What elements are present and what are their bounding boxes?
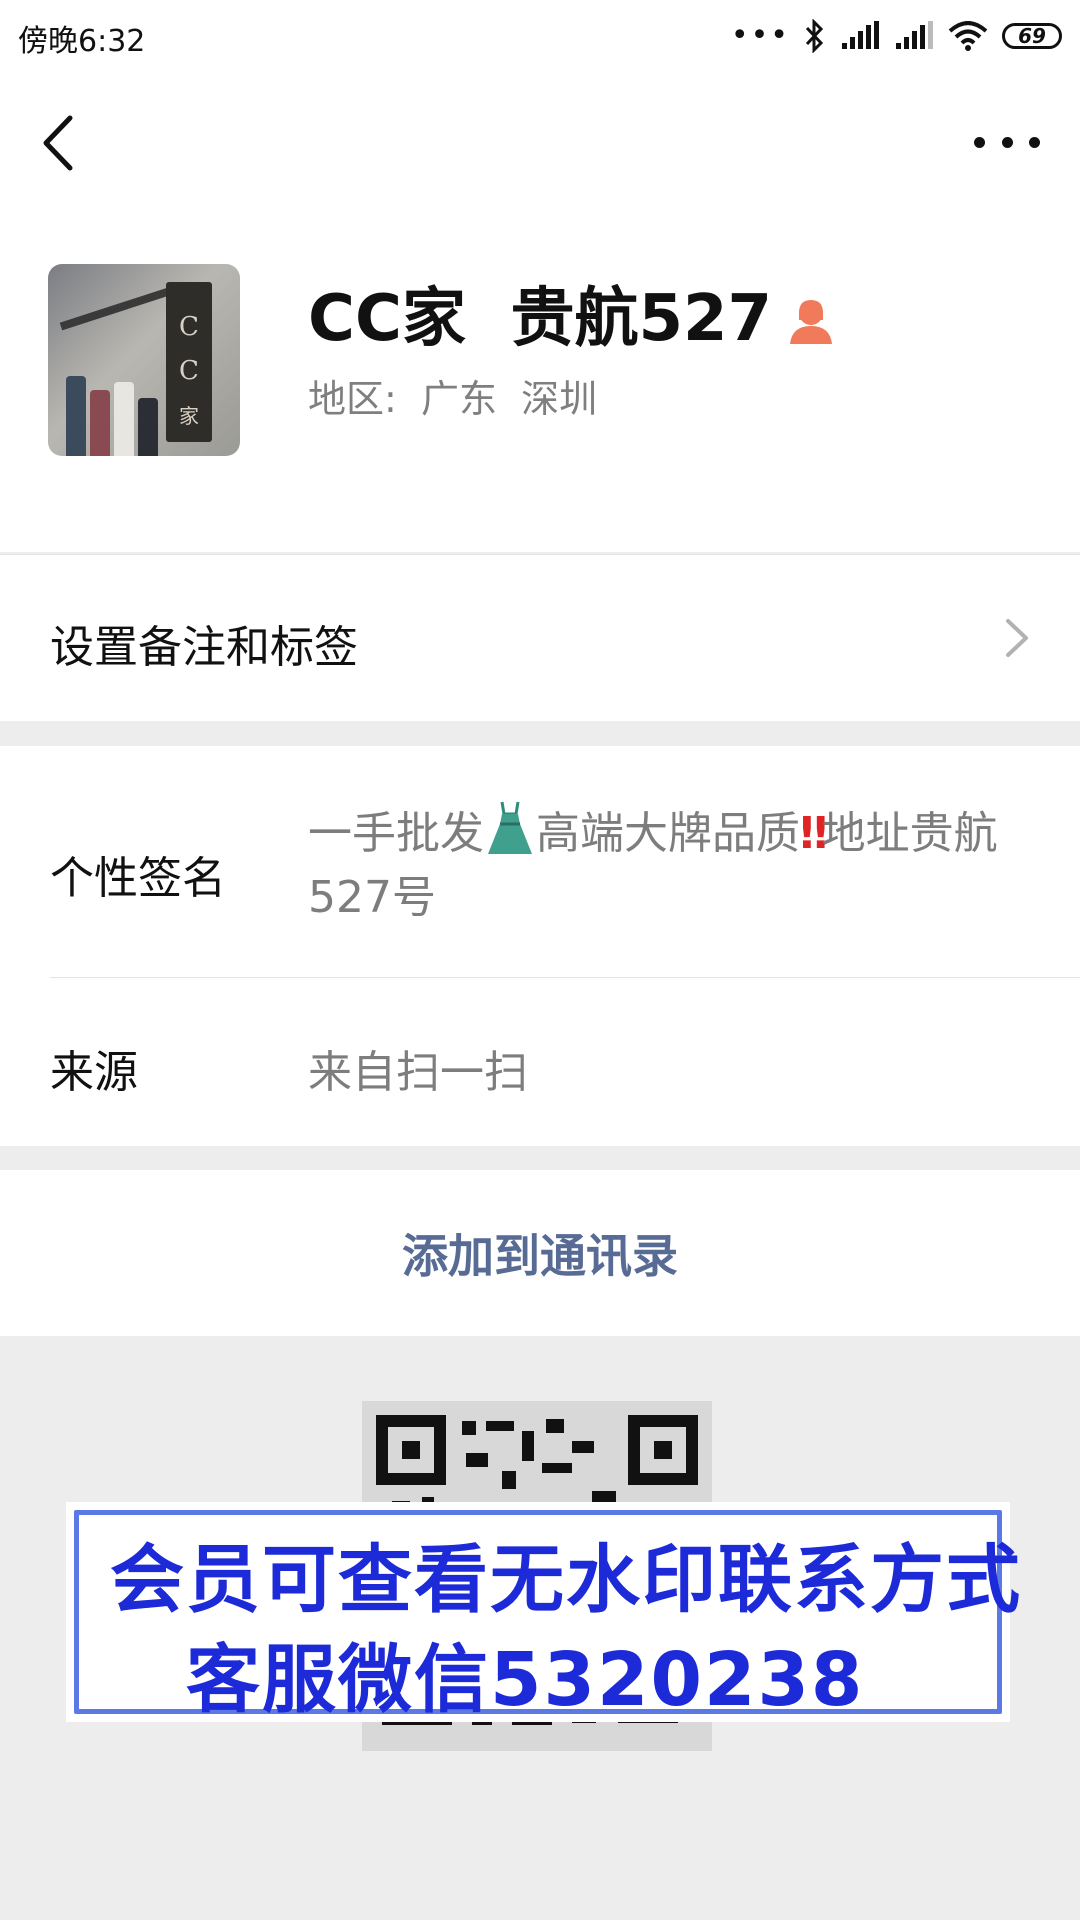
qr-module [522, 1431, 534, 1461]
avatar-rack [59, 285, 177, 331]
avatar-cloth [90, 390, 110, 456]
qr-module [546, 1419, 564, 1433]
signature-label: 个性签名 [50, 853, 226, 904]
add-to-contacts-button[interactable]: 添加到通讯录 [0, 1170, 1080, 1336]
watermark-banner: 会员可查看无水印联系方式 客服微信5320238 [66, 1502, 1020, 1723]
source-value: 来自扫一扫 [308, 1047, 528, 1098]
qr-module [486, 1421, 514, 1431]
profile-header: C C 家 CC家 贵航527 地区: 广东 深圳 [0, 72, 1080, 552]
signature-text-part: 高端大牌品质 [536, 808, 800, 859]
divider [50, 977, 1080, 978]
dress-icon [488, 801, 532, 854]
signal-icon [894, 21, 934, 51]
avatar[interactable]: C C 家 [48, 264, 240, 456]
qr-module [572, 1441, 594, 1453]
qr-finder [628, 1415, 698, 1485]
status-dots: ••• [730, 18, 790, 53]
signal-icon [840, 21, 880, 51]
avatar-cloth [114, 382, 134, 456]
watermark-line-2: 客服微信5320238 [186, 1637, 865, 1723]
qr-finder [376, 1415, 446, 1485]
avatar-sign-letter: C [179, 356, 199, 386]
profile-name-row: CC家 贵航527 [308, 267, 836, 359]
qr-module [502, 1471, 516, 1489]
more-dots-icon [1001, 136, 1013, 148]
double-exclamation-icon: ‼ [800, 808, 827, 859]
profile-region: 地区: 广东 深圳 [308, 377, 598, 421]
status-time: 傍晚6:32 [18, 24, 146, 59]
wifi-icon [948, 21, 988, 51]
set-remark-label: 设置备注和标签 [50, 622, 358, 673]
status-bar: 傍晚6:32 ••• 69 [0, 0, 1080, 72]
avatar-cloth [66, 376, 86, 456]
signature-text-part: 一手批发 [308, 808, 484, 859]
back-button[interactable] [34, 112, 90, 174]
avatar-sign-letter: 家 [179, 404, 199, 428]
chevron-right-icon [1006, 619, 1028, 657]
watermark-line-1: 会员可查看无水印联系方式 [110, 1537, 1022, 1623]
chevron-left-icon [43, 115, 73, 171]
qr-module [466, 1453, 488, 1467]
more-options-button[interactable] [974, 127, 1040, 157]
bluetooth-icon [804, 19, 826, 53]
qr-module [462, 1421, 476, 1435]
more-dots-icon [1029, 136, 1040, 148]
contact-profile-page: 傍晚6:32 ••• 69 C C 家 CC家 贵航527 地区: 广东 深圳 … [0, 0, 1080, 1920]
more-dots-icon [974, 136, 985, 148]
set-remark-row[interactable]: 设置备注和标签 [0, 554, 1080, 721]
source-label: 来源 [50, 1047, 138, 1098]
signature-text: 一手批发 高端大牌品质‼地址贵航527号 [308, 800, 1028, 930]
profile-name: CC家 贵航527 [308, 282, 773, 356]
qr-module [542, 1463, 572, 1473]
add-to-contacts-label: 添加到通讯录 [402, 1229, 678, 1283]
status-icons: ••• 69 [731, 14, 1062, 58]
female-user-icon [786, 288, 836, 344]
info-card: 个性签名 一手批发 高端大牌品质‼地址贵航527号 来源 来自扫一扫 [0, 746, 1080, 1146]
battery-icon: 69 [1002, 23, 1062, 49]
avatar-sign: C C 家 [166, 282, 212, 442]
avatar-sign-letter: C [179, 312, 199, 342]
avatar-cloth [138, 398, 158, 456]
